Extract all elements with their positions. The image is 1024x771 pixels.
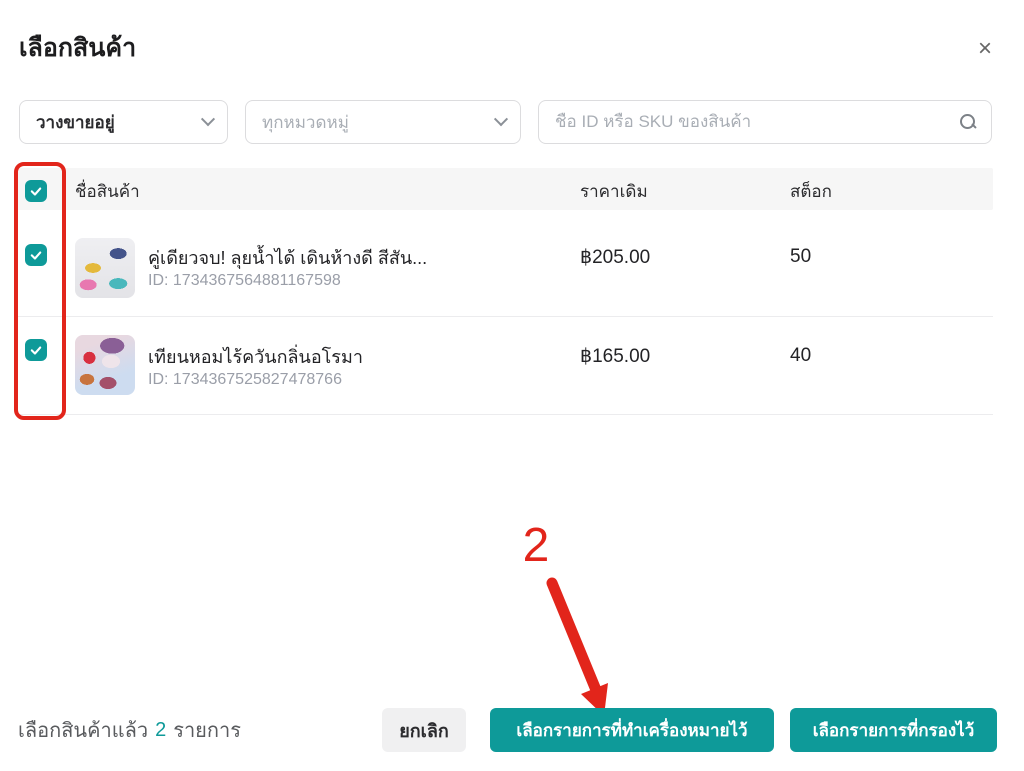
product-price: ฿165.00 [580, 345, 650, 368]
column-header-name: ชื่อสินค้า [75, 178, 140, 205]
product-image [75, 335, 135, 395]
product-select-dialog: เลือกสินค้า × วางขายอยู่ ทุกหมวดหมู่ ชื่… [0, 0, 1024, 771]
status-dropdown-value: วางขายอยู่ [36, 109, 195, 136]
selected-prefix: เลือกสินค้าแล้ว [18, 714, 148, 746]
annotation-arrow-icon [538, 570, 628, 722]
search-box [538, 100, 992, 144]
search-input[interactable] [555, 112, 959, 132]
check-icon [29, 248, 43, 262]
annotation-step-number: 2 [516, 518, 556, 573]
check-icon [29, 184, 43, 198]
product-id: ID: 1734367525827478766 [148, 371, 342, 389]
category-dropdown[interactable]: ทุกหมวดหมู่ [245, 100, 521, 144]
category-dropdown-placeholder: ทุกหมวดหมู่ [262, 109, 488, 136]
select-all-checkbox[interactable] [25, 180, 47, 202]
product-name: คู่เดียวจบ! ลุยน้ำได้ เดินห้างดี สีสัน..… [148, 243, 427, 272]
table-row[interactable]: เทียนหอมไร้ควันกลิ่นอโรมา ID: 1734367525… [16, 317, 993, 415]
product-stock: 50 [790, 246, 811, 268]
product-price: ฿205.00 [580, 246, 650, 269]
product-image [75, 238, 135, 298]
selected-count: 2 [155, 719, 166, 742]
status-dropdown[interactable]: วางขายอยู่ [19, 100, 228, 144]
product-stock: 40 [790, 345, 811, 367]
row-checkbox[interactable] [25, 244, 47, 266]
table-header: ชื่อสินค้า ราคาเดิม สต็อก [16, 168, 993, 210]
table-row[interactable]: คู่เดียวจบ! ลุยน้ำได้ เดินห้างดี สีสัน..… [16, 210, 993, 317]
row-checkbox[interactable] [25, 339, 47, 361]
select-filtered-button[interactable]: เลือกรายการที่กรองไว้ [790, 708, 997, 752]
selected-summary: เลือกสินค้าแล้ว 2 รายการ [18, 708, 241, 752]
chevron-down-icon [201, 112, 215, 126]
check-icon [29, 343, 43, 357]
column-header-stock: สต็อก [790, 178, 832, 205]
close-icon[interactable]: × [968, 32, 1002, 66]
product-name: เทียนหอมไร้ควันกลิ่นอโรมา [148, 342, 363, 371]
selected-suffix: รายการ [173, 714, 241, 746]
chevron-down-icon [494, 112, 508, 126]
column-header-price: ราคาเดิม [580, 178, 648, 205]
product-id: ID: 1734367564881167598 [148, 272, 341, 290]
page-title: เลือกสินค้า [19, 28, 136, 68]
cancel-button[interactable]: ยกเลิก [382, 708, 466, 752]
search-icon[interactable] [959, 113, 977, 131]
select-marked-button[interactable]: เลือกรายการที่ทำเครื่องหมายไว้ [490, 708, 774, 752]
